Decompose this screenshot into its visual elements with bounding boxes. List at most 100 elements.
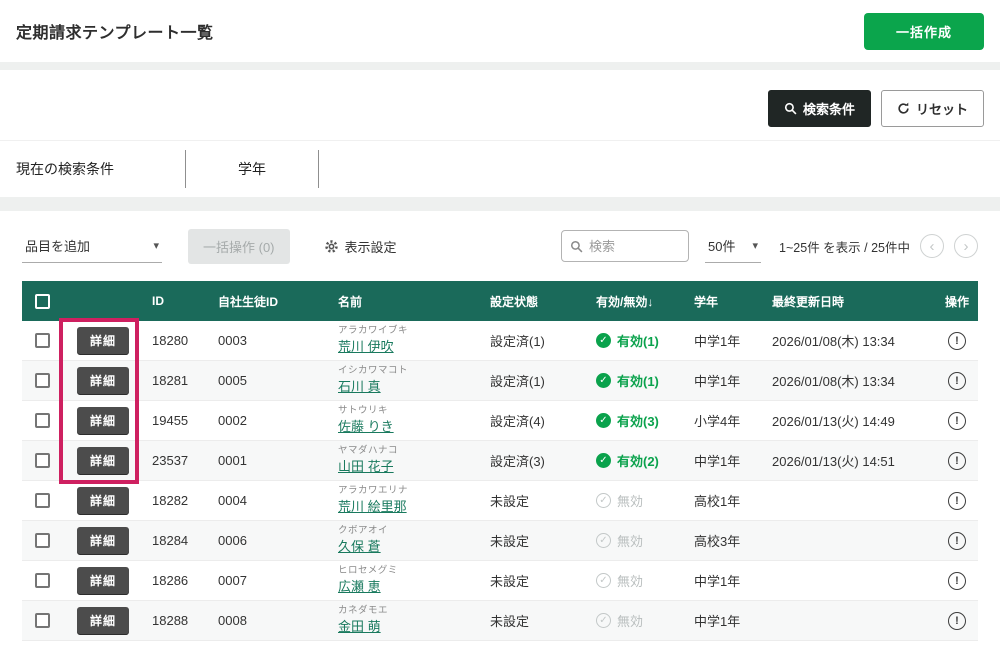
row-checkbox[interactable]: [35, 453, 50, 468]
detail-button[interactable]: 詳細: [77, 447, 129, 474]
cell-active-label: 有効(3): [617, 411, 659, 430]
cell-id: 18281: [144, 373, 210, 388]
info-icon[interactable]: !: [948, 572, 966, 590]
detail-button[interactable]: 詳細: [77, 327, 129, 354]
table-row: 詳細 23537 0001 ヤマダハナコ 山田 花子 設定済(3) ✓ 有効(2…: [22, 441, 978, 481]
cell-name-kana: ヒロセメグミ: [338, 565, 482, 577]
prev-page-button[interactable]: ‹: [920, 234, 944, 258]
cell-active-label: 有効(2): [617, 451, 659, 470]
row-checkbox[interactable]: [35, 333, 50, 348]
header-student-id: 自社生徒ID: [210, 293, 330, 310]
search-input[interactable]: [589, 239, 680, 254]
divider: [318, 150, 319, 188]
student-name-link[interactable]: 山田 花子: [338, 459, 482, 475]
row-checkbox[interactable]: [35, 413, 50, 428]
student-name-link[interactable]: 荒川 伊吹: [338, 339, 482, 355]
per-page-label: 50件: [708, 236, 735, 255]
student-name-link[interactable]: 佐藤 りき: [338, 419, 482, 435]
detail-button[interactable]: 詳細: [77, 527, 129, 554]
info-icon[interactable]: !: [948, 372, 966, 390]
table-row: 詳細 19455 0002 サトウリキ 佐藤 りき 設定済(4) ✓ 有効(3)…: [22, 401, 978, 441]
cell-grade: 中学1年: [686, 371, 764, 390]
header-ops: 操作: [936, 293, 978, 310]
chevron-down-icon: ▾: [153, 239, 159, 252]
student-name-link[interactable]: 広瀬 恵: [338, 579, 482, 595]
cell-name-kana: クボアオイ: [338, 525, 482, 537]
detail-button[interactable]: 詳細: [77, 567, 129, 594]
cell-status: 未設定: [482, 531, 588, 550]
cell-id: 18284: [144, 533, 210, 548]
detail-button[interactable]: 詳細: [77, 367, 129, 394]
search-conditions-label: 検索条件: [803, 99, 855, 118]
cell-grade: 小学4年: [686, 411, 764, 430]
search-icon: [570, 240, 583, 253]
cell-status: 設定済(3): [482, 451, 588, 470]
reset-button[interactable]: リセット: [881, 90, 984, 127]
template-list-panel: 品目を追加 ▾ 一括操作 (0) 表示設定 50件 ▾ 1~25件 を表示 / …: [0, 211, 1000, 649]
condition-grade: 学年: [186, 159, 318, 179]
active-check-icon: ✓: [596, 413, 611, 428]
table-header-row: ID 自社生徒ID 名前 設定状態 有効/無効↓ 学年 最終更新日時 操作: [22, 281, 978, 321]
gear-icon: [324, 239, 339, 254]
student-name-link[interactable]: 金田 萌: [338, 619, 482, 635]
next-page-button[interactable]: ›: [954, 234, 978, 258]
bulk-action-button[interactable]: 一括操作 (0): [188, 229, 290, 264]
detail-button[interactable]: 詳細: [77, 407, 129, 434]
current-conditions-row: 現在の検索条件 学年: [0, 140, 1000, 197]
student-name-link[interactable]: 荒川 絵里那: [338, 499, 482, 515]
cell-student-id: 0005: [210, 373, 330, 388]
cell-name-kana: カネダモエ: [338, 605, 482, 617]
cell-id: 18280: [144, 333, 210, 348]
header-active-sort[interactable]: 有効/無効↓: [588, 293, 686, 310]
cell-grade: 中学1年: [686, 571, 764, 590]
info-icon[interactable]: !: [948, 492, 966, 510]
info-icon[interactable]: !: [948, 612, 966, 630]
cell-active-label: 有効(1): [617, 371, 659, 390]
filter-buttons: 検索条件 リセット: [768, 90, 984, 127]
page-title: 定期請求テンプレート一覧: [16, 19, 214, 43]
cell-student-id: 0003: [210, 333, 330, 348]
filter-panel: 検索条件 リセット 現在の検索条件 学年: [0, 70, 1000, 197]
cell-name-kana: サトウリキ: [338, 405, 482, 417]
active-check-icon: ✓: [596, 573, 611, 588]
cell-name-kana: イシカワマコト: [338, 365, 482, 377]
display-settings-label: 表示設定: [345, 237, 397, 256]
info-icon[interactable]: !: [948, 452, 966, 470]
select-all-checkbox[interactable]: [35, 294, 50, 309]
cell-grade: 高校3年: [686, 531, 764, 550]
active-check-icon: ✓: [596, 453, 611, 468]
cell-grade: 中学1年: [686, 331, 764, 350]
row-checkbox[interactable]: [35, 613, 50, 628]
active-check-icon: ✓: [596, 333, 611, 348]
cell-status: 設定済(4): [482, 411, 588, 430]
detail-button[interactable]: 詳細: [77, 487, 129, 514]
header-status: 設定状態: [482, 293, 588, 310]
cell-updated: 2026/01/08(木) 13:34: [764, 331, 936, 350]
cell-student-id: 0001: [210, 453, 330, 468]
add-item-label: 品目を追加: [25, 236, 90, 255]
cell-status: 未設定: [482, 491, 588, 510]
cell-student-id: 0006: [210, 533, 330, 548]
row-checkbox[interactable]: [35, 533, 50, 548]
active-check-icon: ✓: [596, 613, 611, 628]
header-id: ID: [144, 294, 210, 308]
info-icon[interactable]: !: [948, 532, 966, 550]
row-checkbox[interactable]: [35, 373, 50, 388]
cell-active-label: 無効: [617, 571, 643, 590]
row-checkbox[interactable]: [35, 573, 50, 588]
info-icon[interactable]: !: [948, 332, 966, 350]
display-settings-button[interactable]: 表示設定: [324, 237, 397, 256]
pagination-range: 1~25件 を表示 / 25件中: [779, 237, 910, 256]
detail-button[interactable]: 詳細: [77, 607, 129, 634]
student-name-link[interactable]: 石川 真: [338, 379, 482, 395]
student-name-link[interactable]: 久保 蒼: [338, 539, 482, 555]
info-icon[interactable]: !: [948, 412, 966, 430]
add-item-select[interactable]: 品目を追加 ▾: [22, 229, 162, 263]
bulk-create-button[interactable]: 一括作成: [864, 13, 984, 50]
row-checkbox[interactable]: [35, 493, 50, 508]
per-page-select[interactable]: 50件 ▾: [705, 229, 761, 263]
cell-student-id: 0002: [210, 413, 330, 428]
cell-status: 未設定: [482, 611, 588, 630]
cell-name-kana: ヤマダハナコ: [338, 445, 482, 457]
search-conditions-button[interactable]: 検索条件: [768, 90, 871, 127]
